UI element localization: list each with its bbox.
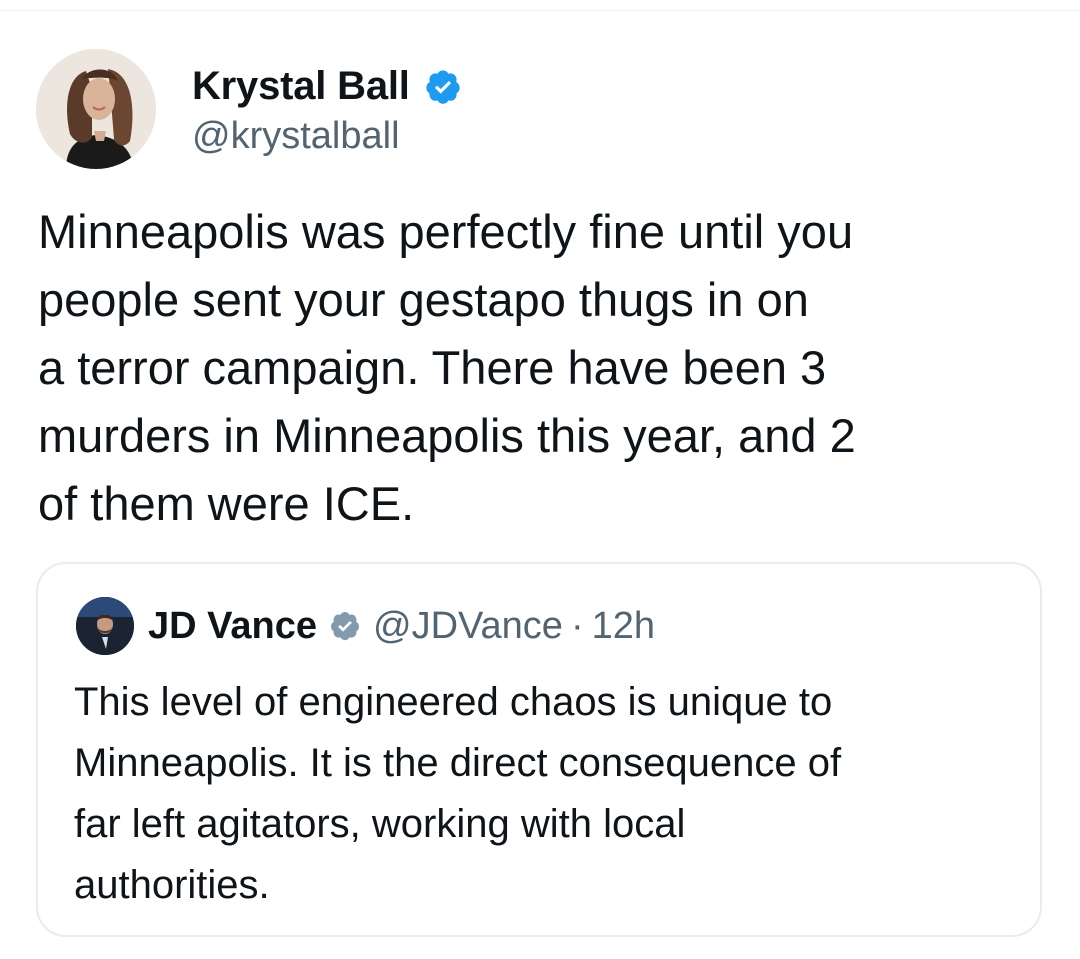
top-divider (0, 10, 1080, 11)
quoted-tweet-header: JD Vance @JDVance · 12h (76, 596, 655, 656)
quoted-tweet-timestamp[interactable]: 12h (592, 605, 655, 648)
avatar-photo-icon (76, 597, 134, 655)
tweet-body-text: Minneapolis was perfectly fine until you… (38, 205, 856, 530)
verified-badge-icon (331, 612, 360, 641)
author-handle[interactable]: @krystalball (192, 115, 462, 158)
author-display-name[interactable]: Krystal Ball (192, 64, 410, 109)
verified-badge-icon (426, 69, 460, 104)
tweet-header: Krystal Ball @krystalball (36, 48, 462, 170)
quoted-tweet-body-text: This level of engineered chaos is unique… (74, 680, 842, 907)
author-avatar[interactable] (36, 49, 156, 169)
separator-dot: · (570, 604, 584, 647)
quoted-author-avatar[interactable] (76, 597, 134, 655)
avatar-photo-icon (36, 49, 156, 169)
quoted-tweet-card[interactable]: JD Vance @JDVance · 12h This level of en… (36, 562, 1042, 937)
quoted-author-handle[interactable]: @JDVance (373, 605, 563, 648)
quoted-author-display-name[interactable]: JD Vance (148, 605, 317, 648)
author-info: Krystal Ball @krystalball (192, 61, 462, 158)
author-name-row: Krystal Ball (192, 61, 462, 113)
